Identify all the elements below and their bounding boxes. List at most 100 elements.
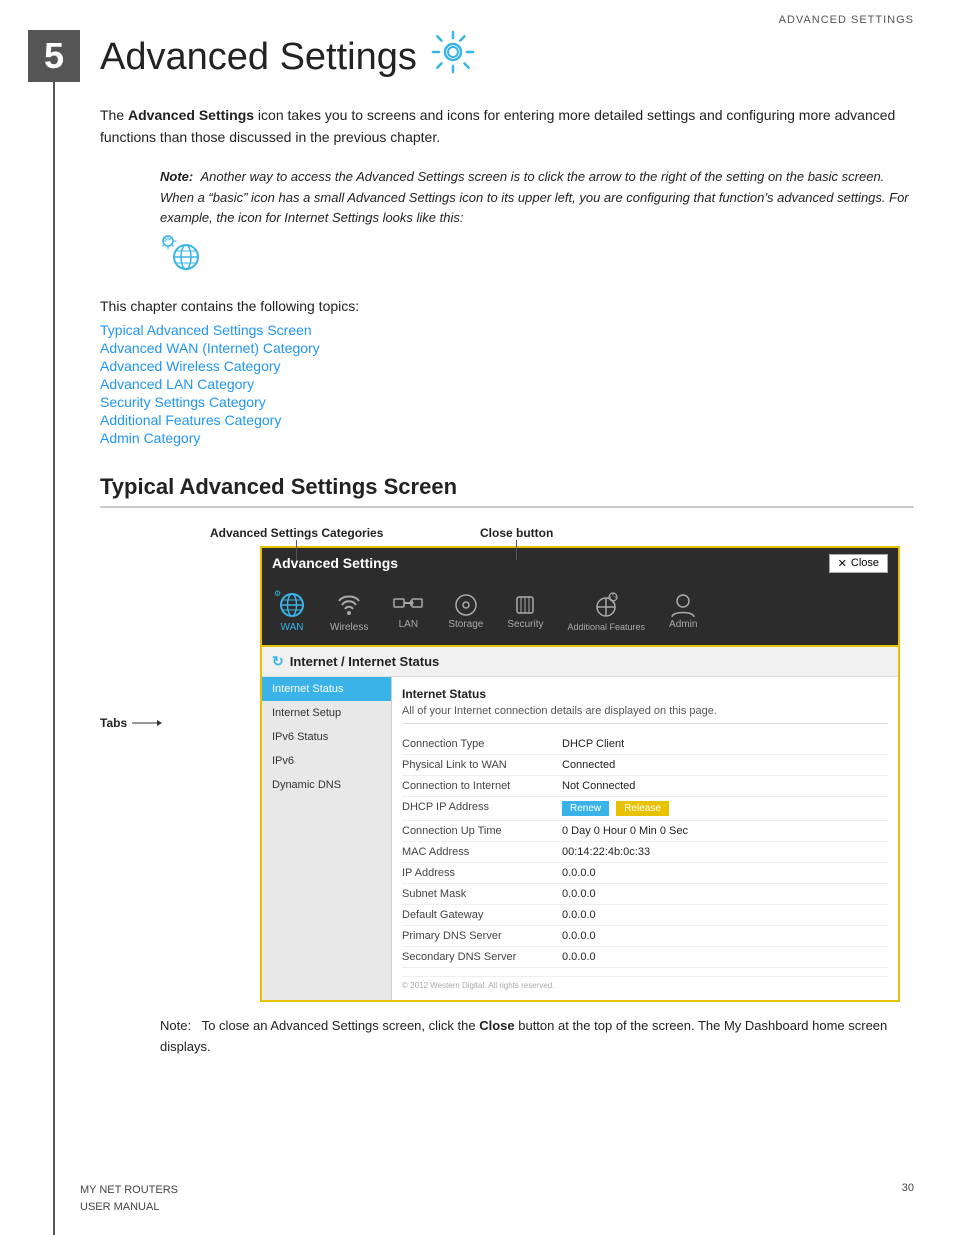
row-value-secondary-dns: 0.0.0.0 [562,951,596,963]
nav-additional-label: Additional Features [568,622,646,632]
toc-link-2[interactable]: Advanced WAN (Internet) Category [100,340,320,356]
row-label-dhcp-ip: DHCP IP Address [402,801,562,816]
page-footer: MY NET ROUTERS USER MANUAL 30 [80,1182,914,1215]
adv-cat-connector [296,540,297,560]
row-primary-dns: Primary DNS Server 0.0.0.0 [402,926,888,947]
toc-link-7[interactable]: Admin Category [100,430,200,446]
row-value-connection-type: DHCP Client [562,738,624,750]
nav-admin-label: Admin [669,619,697,630]
row-dhcp-ip: DHCP IP Address Renew Release [402,797,888,821]
list-item[interactable]: Additional Features Category [100,412,914,428]
row-connection-uptime: Connection Up Time 0 Day 0 Hour 0 Min 0 … [402,821,888,842]
row-label-connection-type: Connection Type [402,738,562,750]
nav-item-lan[interactable]: LAN [382,587,434,637]
row-value-ip-address: 0.0.0.0 [562,867,596,879]
release-button[interactable]: Release [616,801,669,816]
bottom-note-content-before: To close an Advanced Settings screen, cl… [202,1018,480,1033]
row-ip-address: IP Address 0.0.0.0 [402,863,888,884]
row-value-dhcp-ip: Renew Release [562,801,669,816]
section-title-bar: ↻ Internet / Internet Status [262,647,898,677]
intro-bold: Advanced Settings [128,107,254,123]
toc-link-3[interactable]: Advanced Wireless Category [100,358,281,374]
nav-item-storage[interactable]: Storage [438,587,493,637]
main-content: Advanced Settings The Advanced Settings … [80,0,954,1235]
sidebar-item-ipv6-status[interactable]: IPv6 Status [262,725,391,749]
chapter-title-area: Advanced Settings [100,28,914,86]
lan-icon [392,591,424,619]
adv-section-header: Internet Status [402,687,888,701]
icon-area [160,233,200,273]
bottom-note: Note: To close an Advanced Settings scre… [160,1016,914,1058]
row-connection-internet: Connection to Internet Not Connected [402,776,888,797]
row-label-ip-address: IP Address [402,867,562,879]
note-block: Note: Another way to access the Advanced… [160,167,914,280]
row-label-default-gateway: Default Gateway [402,909,562,921]
bottom-note-label: Note: [160,1018,191,1033]
close-x: ✕ [838,557,847,570]
list-item[interactable]: Advanced Wireless Category [100,358,914,374]
row-secondary-dns: Secondary DNS Server 0.0.0.0 [402,947,888,968]
note-content: Another way to access the Advanced Setti… [160,169,909,226]
list-item[interactable]: Admin Category [100,430,914,446]
renew-button[interactable]: Renew [562,801,609,816]
close-button[interactable]: ✕ Close [829,554,888,573]
sidebar-item-internet-setup[interactable]: Internet Setup [262,701,391,725]
nav-item-wan[interactable]: ⚙ WAN [268,587,316,637]
globe-icon [160,233,200,273]
row-value-connection-uptime: 0 Day 0 Hour 0 Min 0 Sec [562,825,688,837]
chapter-sidebar: 5 [0,0,80,1235]
intro-text: The Advanced Settings icon takes you to … [100,104,914,149]
toc-link-5[interactable]: Security Settings Category [100,394,266,410]
sidebar-item-dynamic-dns[interactable]: Dynamic DNS [262,773,391,797]
list-item[interactable]: Security Settings Category [100,394,914,410]
row-default-gateway: Default Gateway 0.0.0.0 [402,905,888,926]
adv-body: Internet Status Internet Setup IPv6 Stat… [262,677,898,1000]
toc-link-4[interactable]: Advanced LAN Category [100,376,254,392]
screenshot-area: Tabs Advanced Settings ✕ [100,526,914,1002]
adv-nav: ⚙ WAN [262,579,898,647]
footer-line2: USER MANUAL [80,1199,178,1216]
note-text: Note: Another way to access the Advanced… [160,167,914,229]
adv-cat-label-group: Advanced Settings Categories [210,526,383,560]
tabs-arrow-group [131,719,162,727]
row-label-mac-address: MAC Address [402,846,562,858]
adv-cat-label: Advanced Settings Categories [210,526,383,540]
tabs-label-group: Tabs [100,716,162,730]
footer-page-number: 30 [902,1182,914,1215]
nav-storage-label: Storage [448,619,483,630]
list-item[interactable]: Advanced WAN (Internet) Category [100,340,914,356]
section-heading: Typical Advanced Settings Screen [100,474,914,508]
section-title-text: Internet / Internet Status [290,654,440,669]
sidebar-item-internet-status[interactable]: Internet Status [262,677,391,701]
row-label-connection-uptime: Connection Up Time [402,825,562,837]
adv-settings-ui: Advanced Settings ✕ Close ⚙ [260,546,900,1002]
list-item[interactable]: Advanced LAN Category [100,376,914,392]
row-mac-address: MAC Address 00:14:22:4b:0c:33 [402,842,888,863]
close-label: Close [851,557,879,569]
nav-item-security[interactable]: Security [497,587,553,637]
storage-icon [452,591,480,619]
list-item[interactable]: Typical Advanced Settings Screen [100,322,914,338]
toc-link-1[interactable]: Typical Advanced Settings Screen [100,322,312,338]
row-value-primary-dns: 0.0.0.0 [562,930,596,942]
security-icon [511,591,539,619]
nav-item-admin[interactable]: Admin [659,587,707,637]
nav-item-wireless[interactable]: Wireless [320,587,378,637]
sidebar-item-ipv6[interactable]: IPv6 [262,749,391,773]
nav-wan-label: WAN [281,622,304,633]
tabs-arrow-icon [132,719,162,727]
row-value-mac-address: 00:14:22:4b:0c:33 [562,846,650,858]
close-btn-label: Close button [480,526,553,540]
gear-icon-large [429,28,477,86]
toc-link-6[interactable]: Additional Features Category [100,412,281,428]
row-label-physical-link: Physical Link to WAN [402,759,562,771]
row-connection-type: Connection Type DHCP Client [402,734,888,755]
sidebar-line [53,82,55,1235]
row-label-connection-internet: Connection to Internet [402,780,562,792]
tabs-label-area: Tabs [100,526,180,730]
row-label-subnet-mask: Subnet Mask [402,888,562,900]
row-value-default-gateway: 0.0.0.0 [562,909,596,921]
wan-gear-icon: ⚙ [274,589,281,598]
nav-item-additional[interactable]: Additional Features [558,587,656,637]
row-label-primary-dns: Primary DNS Server [402,930,562,942]
